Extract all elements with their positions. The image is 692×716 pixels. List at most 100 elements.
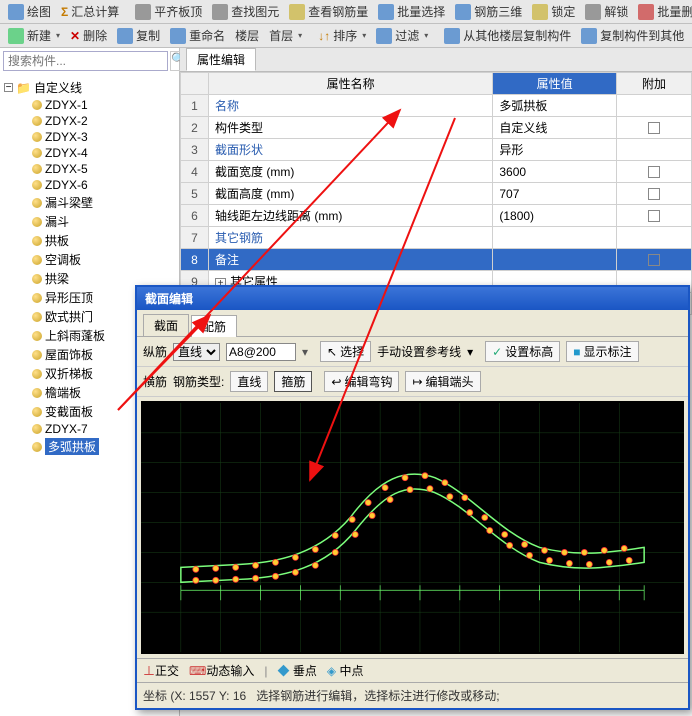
property-row[interactable]: 4截面宽度 (mm)3600 (181, 161, 692, 183)
floor-select[interactable]: 首层 (265, 26, 306, 45)
checkbox[interactable] (648, 166, 660, 178)
tree-root[interactable]: − 📁 自定义线 (2, 78, 177, 97)
property-table[interactable]: 属性名称 属性值 附加 1名称多弧拱板2构件类型自定义线3截面形状异形4截面宽度… (180, 72, 692, 315)
bullet-icon (32, 100, 42, 110)
tree-item-label: ZDYX-1 (45, 98, 88, 112)
tree-item[interactable]: 空调板 (2, 250, 177, 269)
tree-item-label: ZDYX-7 (45, 422, 88, 436)
edit-bend-button[interactable]: ↩编辑弯钩 (324, 371, 399, 392)
checkbox[interactable] (648, 210, 660, 222)
bullet-icon (32, 132, 42, 142)
rebar-toolbar-1: 纵筋 直线 ▾ ↖选择 手动设置参考线▾ ✓设置标高 ■显示标注 (137, 337, 688, 367)
bullet-icon (32, 116, 42, 126)
tree-item-label: 漏斗梁壁 (45, 194, 93, 211)
bullet-icon (32, 312, 42, 322)
tree-item[interactable]: 漏斗 (2, 212, 177, 231)
stirrup-button[interactable]: 箍筋 (274, 371, 312, 392)
copy-to-floor-button[interactable]: 复制构件到其他 (577, 26, 688, 45)
section-editor-tabs: 截面 配筋 (137, 310, 688, 337)
tree-item[interactable]: ZDYX-2 (2, 113, 177, 129)
tree-item-label: 空调板 (45, 251, 81, 268)
checkbox[interactable] (648, 254, 660, 266)
tab-property-edit[interactable]: 属性编辑 (186, 48, 256, 71)
line-type-select[interactable]: 直线 (173, 343, 220, 361)
tree-item[interactable]: 拱板 (2, 231, 177, 250)
section-canvas[interactable] (141, 401, 684, 654)
show-label-button[interactable]: ■显示标注 (566, 341, 638, 362)
line-button[interactable]: 直线 (230, 371, 268, 392)
top-toolbar-2: 新建 ✕删除 复制 重命名 楼层 首层 ↓↑排序 过滤 从其他楼层复制构件 复制… (0, 24, 692, 48)
copy-from-floor-button[interactable]: 从其他楼层复制构件 (440, 26, 575, 45)
tree-item[interactable]: 漏斗梁壁 (2, 193, 177, 212)
col-name: 属性名称 (209, 73, 493, 95)
snap-perp[interactable]: ◆ 垂点 (278, 662, 317, 679)
section-editor-title[interactable]: 截面编辑 (137, 287, 688, 310)
ortho-toggle[interactable]: ⊥正交 (143, 662, 179, 679)
elev-icon: ✓ (492, 345, 502, 359)
sum-button[interactable]: Σ汇总计算 (57, 2, 123, 21)
snap-mid[interactable]: ◈ 中点 (327, 662, 364, 679)
unlock-button[interactable]: 解锁 (581, 2, 632, 21)
sort-button[interactable]: ↓↑排序 (314, 26, 370, 45)
bullet-icon (32, 293, 42, 303)
set-elev-button[interactable]: ✓设置标高 (485, 341, 560, 362)
bullet-icon (32, 198, 42, 208)
section-status-bar: ⊥正交 ⌨动态输入 | ◆ 垂点 ◈ 中点 (137, 658, 688, 682)
edit-end-button[interactable]: ↦编辑端头 (405, 371, 480, 392)
new-button[interactable]: 新建 (4, 26, 64, 45)
property-row[interactable]: 8备注 (181, 249, 692, 271)
bullet-icon (32, 424, 42, 434)
manual-ref-label[interactable]: 手动设置参考线 (377, 343, 461, 360)
tab-section[interactable]: 截面 (143, 314, 189, 336)
col-rownum (181, 73, 209, 95)
property-row[interactable]: 2构件类型自定义线 (181, 117, 692, 139)
checkbox[interactable] (648, 122, 660, 134)
property-row[interactable]: 7其它钢筋 (181, 227, 692, 249)
batch-select-button[interactable]: 批量选择 (374, 2, 449, 21)
property-row[interactable]: 1名称多弧拱板 (181, 95, 692, 117)
tree-item[interactable]: ZDYX-5 (2, 161, 177, 177)
bullet-icon (32, 407, 42, 417)
batch-delete-button[interactable]: 批量删除未 (634, 2, 692, 21)
bullet-icon (32, 388, 42, 398)
find-button[interactable]: 查找图元 (208, 2, 283, 21)
lock-button[interactable]: 锁定 (528, 2, 579, 21)
tree-item[interactable]: ZDYX-6 (2, 177, 177, 193)
select-button[interactable]: ↖选择 (320, 341, 371, 362)
delete-button[interactable]: ✕删除 (66, 26, 111, 45)
tree-item-label: 拱梁 (45, 270, 69, 287)
draw-button[interactable]: 绘图 (4, 2, 55, 21)
rebar-3d-button[interactable]: 钢筋三维 (451, 2, 526, 21)
property-row[interactable]: 6轴线距左边线距离 (mm)(1800) (181, 205, 692, 227)
property-tabs: 属性编辑 (180, 48, 692, 72)
property-row[interactable]: 5截面高度 (mm)707 (181, 183, 692, 205)
bullet-icon (32, 148, 42, 158)
align-button[interactable]: 平齐板顶 (131, 2, 206, 21)
tree-item-label: ZDYX-3 (45, 130, 88, 144)
rebar-spec-input[interactable] (226, 343, 296, 361)
label-icon: ■ (573, 345, 580, 359)
section-footer: 坐标 (X: 1557 Y: 16 选择钢筋进行编辑，选择标注进行修改或移动; (137, 682, 688, 708)
rename-button[interactable]: 重命名 (166, 26, 229, 45)
bullet-icon (32, 442, 42, 452)
rebar-toolbar-2: 横筋 钢筋类型: 直线 箍筋 ↩编辑弯钩 ↦编辑端头 (137, 367, 688, 397)
tree-item-label: 多弧拱板 (45, 438, 99, 455)
search-input[interactable] (3, 51, 168, 71)
dyn-input-toggle[interactable]: ⌨动态输入 (189, 662, 254, 679)
tree-item[interactable]: ZDYX-4 (2, 145, 177, 161)
top-toolbar-1: 绘图 Σ汇总计算 平齐板顶 查找图元 查看钢筋量 批量选择 钢筋三维 锁定 解锁… (0, 0, 692, 24)
bullet-icon (32, 255, 42, 265)
checkbox[interactable] (648, 188, 660, 200)
rebar-qty-button[interactable]: 查看钢筋量 (285, 2, 372, 21)
filter-button[interactable]: 过滤 (372, 26, 432, 45)
tree-item[interactable]: ZDYX-3 (2, 129, 177, 145)
tree-item-label: 变截面板 (45, 403, 93, 420)
tab-rebar[interactable]: 配筋 (191, 315, 237, 337)
tree-item-label: ZDYX-5 (45, 162, 88, 176)
property-row[interactable]: 3截面形状异形 (181, 139, 692, 161)
bullet-icon (32, 274, 42, 284)
tree-item-label: 檐端板 (45, 384, 81, 401)
section-editor-window[interactable]: 截面编辑 截面 配筋 纵筋 直线 ▾ ↖选择 手动设置参考线▾ ✓设置标高 ■显… (135, 285, 690, 710)
copy-button[interactable]: 复制 (113, 26, 164, 45)
tree-item[interactable]: ZDYX-1 (2, 97, 177, 113)
